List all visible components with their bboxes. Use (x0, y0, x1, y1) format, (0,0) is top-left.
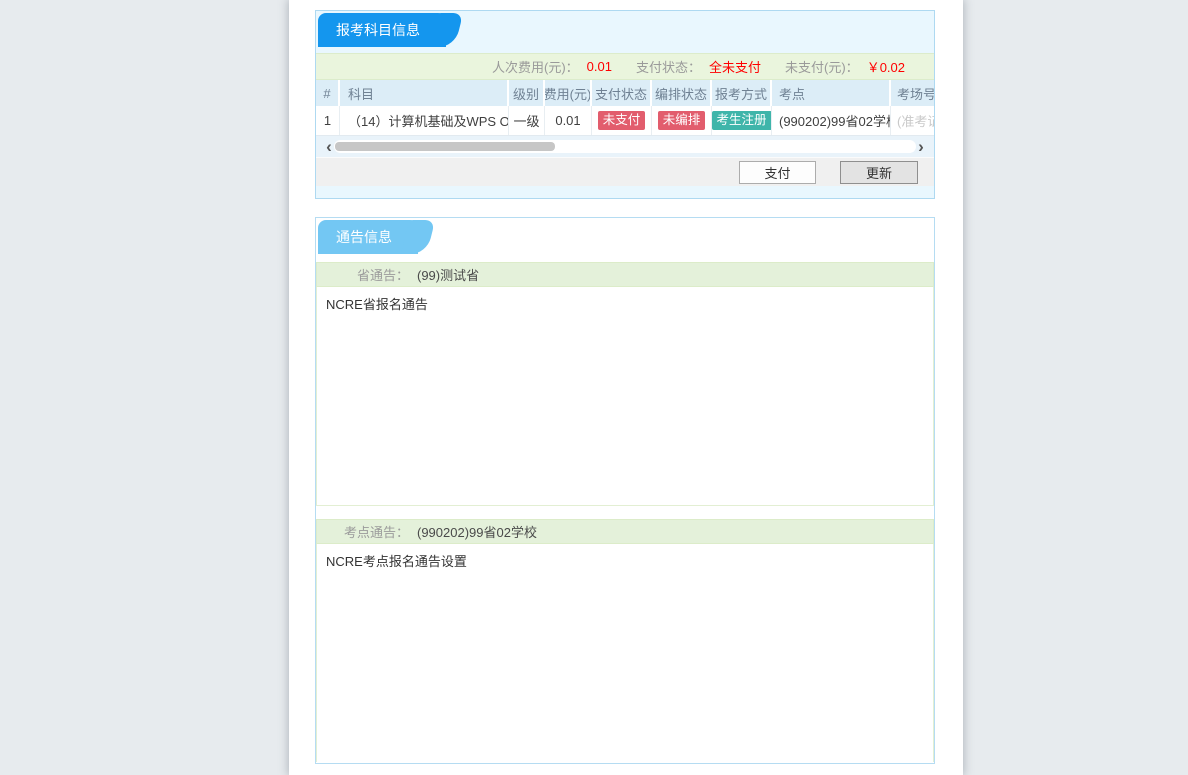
fee-value: 0.01 (587, 59, 612, 74)
site-notice-content: NCRE考点报名通告设置 (316, 544, 934, 762)
scrollbar-thumb[interactable] (335, 142, 555, 151)
site-notice-label: 考点通告： (317, 522, 409, 541)
subject-table: # 科目 级别 费用(元) 支付状态 编排状态 报考方式 考点 考场号 1 （1… (316, 80, 934, 136)
header-level: 级别 (509, 80, 545, 106)
cell-index: 1 (316, 106, 340, 135)
subject-table-header: # 科目 级别 费用(元) 支付状态 编排状态 报考方式 考点 考场号 (316, 80, 934, 106)
header-fee: 费用(元) (545, 80, 592, 106)
cell-subject: （14）计算机基础及WPS Office应用 (340, 106, 509, 135)
pay-status-label: 支付状态： (636, 57, 701, 76)
scrollbar-track[interactable] (334, 140, 916, 153)
subject-info-panel: 报考科目信息 人次费用(元)： 0.01 支付状态： 全未支付 未支付(元)： … (315, 10, 935, 199)
pay-status-badge: 未支付 (598, 111, 646, 130)
cell-register-mode: 考生注册 (712, 106, 772, 135)
header-pay-status: 支付状态 (592, 80, 652, 106)
header-arrange-status: 编排状态 (652, 80, 712, 106)
pay-button[interactable]: 支付 (739, 161, 816, 184)
site-notice-name: (990202)99省02学校 (417, 522, 537, 541)
horizontal-scrollbar[interactable]: ‹ › (316, 136, 934, 157)
cell-fee: 0.01 (545, 106, 592, 135)
province-notice-bar: 省通告： (99)测试省 (316, 262, 934, 287)
notice-panel: 通告信息 省通告： (99)测试省 NCRE省报名通告 考点通告： (99020… (315, 217, 935, 764)
arrange-status-badge: 未编排 (658, 111, 706, 130)
cell-room: (准考证打印后 (891, 106, 934, 135)
cell-level: 一级 (509, 106, 545, 135)
site-notice-box: 考点通告： (990202)99省02学校 NCRE考点报名通告设置 (316, 519, 934, 762)
header-site: 考点 (772, 80, 891, 106)
button-row: 支付 更新 (316, 157, 934, 186)
table-row: 1 （14）计算机基础及WPS Office应用 一级 0.01 未支付 未编排… (316, 106, 934, 136)
notice-panel-title-ribbon: 通告信息 (318, 220, 418, 254)
header-room: 考场号 (891, 80, 934, 106)
cell-pay-status: 未支付 (592, 106, 652, 135)
subject-panel-title-ribbon: 报考科目信息 (318, 13, 446, 47)
notice-panel-title: 通告信息 (336, 229, 392, 245)
content-column: 报考科目信息 人次费用(元)： 0.01 支付状态： 全未支付 未支付(元)： … (289, 0, 963, 775)
header-index: # (316, 80, 340, 106)
header-register-mode: 报考方式 (712, 80, 772, 106)
fee-summary-bar: 人次费用(元)： 0.01 支付状态： 全未支付 未支付(元)： ￥0.02 (316, 53, 934, 80)
cell-site: (990202)99省02学校 (772, 106, 891, 135)
fee-label: 人次费用(元)： (492, 57, 579, 76)
site-notice-bar: 考点通告： (990202)99省02学校 (316, 519, 934, 544)
province-notice-content: NCRE省报名通告 (316, 287, 934, 506)
unpaid-value: ￥0.02 (867, 57, 905, 76)
unpaid-label: 未支付(元)： (785, 57, 859, 76)
header-subject: 科目 (340, 80, 509, 106)
scroll-right-icon[interactable]: › (914, 136, 928, 157)
province-notice-name: (99)测试省 (417, 265, 479, 284)
province-notice-label: 省通告： (317, 265, 409, 284)
province-notice-box: 省通告： (99)测试省 NCRE省报名通告 (316, 262, 934, 506)
cell-arrange-status: 未编排 (652, 106, 712, 135)
pay-status-value: 全未支付 (709, 57, 761, 76)
subject-panel-title: 报考科目信息 (336, 22, 420, 38)
refresh-button[interactable]: 更新 (840, 161, 918, 184)
register-mode-badge: 考生注册 (712, 111, 772, 130)
